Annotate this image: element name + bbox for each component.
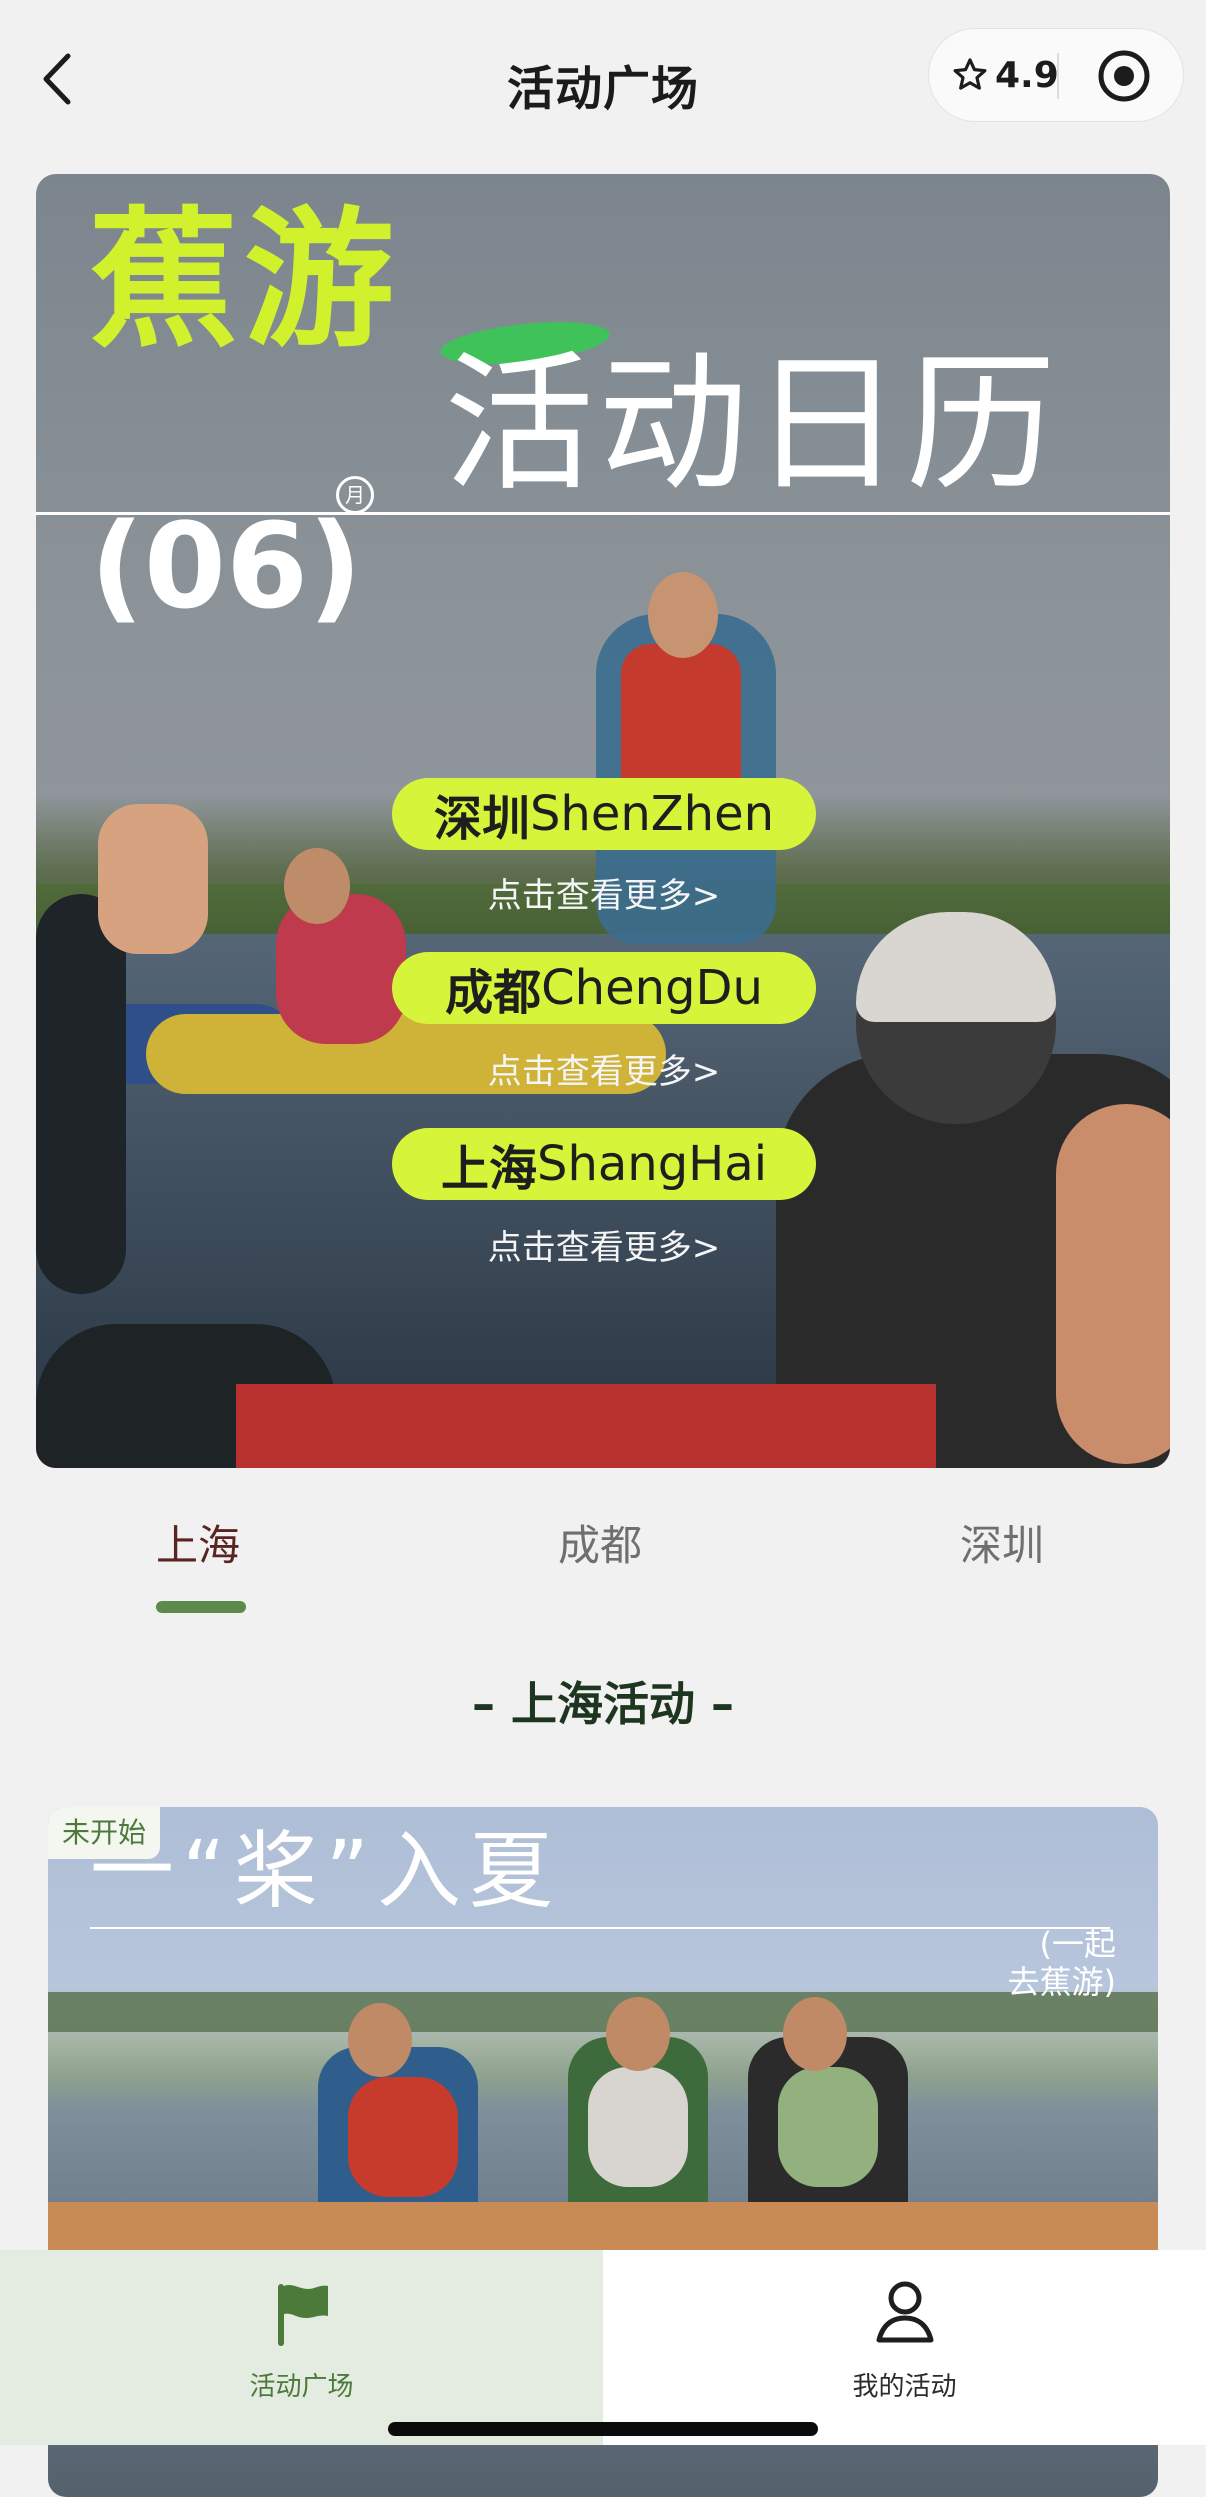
banner-photo-person xyxy=(1056,1104,1170,1464)
nav-item-my-activities[interactable]: 我的活动 xyxy=(603,2250,1206,2445)
banner-photo-person xyxy=(36,894,126,1294)
bottom-nav: 活动广场 我的活动 xyxy=(0,2250,1206,2445)
city-en-name: ShenZhen xyxy=(529,786,775,842)
close-mini-program-button[interactable] xyxy=(1096,48,1152,104)
banner-brand: 蕉游 xyxy=(88,194,401,368)
nav-label: 我的活动 xyxy=(852,2372,957,2402)
target-circle-icon xyxy=(1098,50,1150,102)
top-bar: 活动广场 4.9 xyxy=(0,0,1206,160)
section-title: – 上海活动 – xyxy=(471,1677,735,1731)
card-photo-person xyxy=(348,2003,412,2077)
city-en-name: ChengDu xyxy=(541,960,763,1016)
city-pill-chengdu[interactable]: 成都 ChengDu xyxy=(392,952,816,1024)
banner-photo-boat xyxy=(236,1384,936,1468)
activity-subtitle: (一起 去蕉游) xyxy=(916,1925,1117,2002)
star-outline-icon xyxy=(953,58,987,90)
user-icon xyxy=(876,2281,933,2343)
rating-button[interactable]: 4.9 xyxy=(951,51,1059,99)
nav-label: 活动广场 xyxy=(249,2372,354,2402)
card-photo-person xyxy=(778,2067,878,2187)
city-en-name: ShangHai xyxy=(536,1136,768,1192)
tab-shanghai[interactable]: 上海 xyxy=(156,1512,240,1573)
tab-chengdu[interactable]: 成都 xyxy=(558,1512,642,1573)
activity-title: 一“桨”入夏 xyxy=(90,1822,562,1920)
rating-value: 4.9 xyxy=(995,54,1059,96)
card-photo-person xyxy=(606,1997,670,2071)
banner-photo-person xyxy=(276,894,406,1044)
tab-active-indicator xyxy=(156,1601,246,1613)
city-pill-shanghai[interactable]: 上海 ShangHai xyxy=(392,1128,816,1200)
banner-photo-person xyxy=(648,572,718,658)
flag-icon xyxy=(277,2284,328,2346)
mini-program-capsule: 4.9 xyxy=(928,28,1184,122)
card-photo-person xyxy=(783,1997,847,2071)
activity-subtitle-line: 去蕉游) xyxy=(1007,1963,1117,2002)
tab-shenzhen[interactable]: 深圳 xyxy=(960,1512,1044,1573)
activity-subtitle-line: (一起 xyxy=(1039,1925,1117,1963)
nav-item-activity-square[interactable]: 活动广场 xyxy=(0,2250,603,2445)
city-cn-name: 上海 xyxy=(440,1141,537,1197)
activity-calendar-banner[interactable]: 蕉游 活动日历 月 (06) 深圳 ShenZhen 点击查看更多> 成都 Chen… xyxy=(36,174,1170,1468)
city-more-link-shenzhen[interactable]: 点击查看更多> xyxy=(392,868,816,917)
home-indicator xyxy=(388,2422,818,2436)
city-cn-name: 成都 xyxy=(445,965,542,1021)
card-photo-person xyxy=(348,2077,458,2197)
banner-title: 活动日历 xyxy=(444,338,1061,512)
capsule-divider xyxy=(1057,53,1059,99)
banner-month: (06) xyxy=(90,497,363,635)
city-more-link-shanghai[interactable]: 点击查看更多> xyxy=(392,1220,816,1269)
city-tabs: 上海 成都 深圳 xyxy=(0,1468,1206,1628)
city-cn-name: 深圳 xyxy=(433,791,530,847)
banner-photo-person xyxy=(284,848,350,924)
city-pill-shenzhen[interactable]: 深圳 ShenZhen xyxy=(392,778,816,850)
banner-photo-person xyxy=(98,804,208,954)
city-more-link-chengdu[interactable]: 点击查看更多> xyxy=(392,1044,816,1093)
card-photo-person xyxy=(588,2067,688,2187)
